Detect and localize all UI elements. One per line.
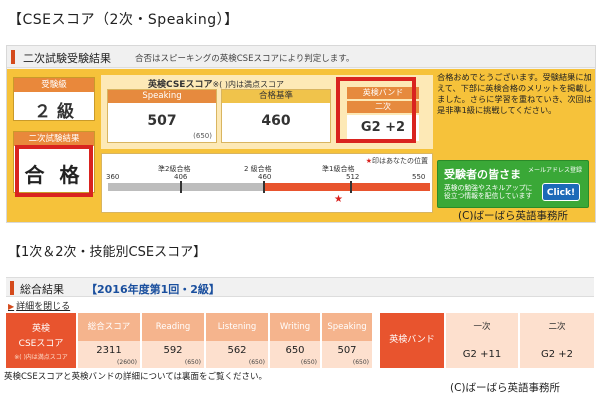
pass-value: 460 (261, 113, 291, 129)
congratulations-message: 合格おめでとうございます。受験結果に加えて、下部に英検合格のメリットを掲載しまし… (437, 72, 592, 115)
scale-number: 550 (412, 173, 426, 181)
panel-header: 二次試験受験結果 合否はスピーキングの英検CSEスコアにより判定します。 (7, 46, 595, 68)
scale-track-above (264, 183, 430, 191)
pass-standard-cell: 合格基準 460 (221, 89, 331, 143)
panel-body: 受験級 ２ 級 二次試験結果 合 格 英検CSEスコア※( )内は満点スコア S… (7, 69, 595, 222)
scale-track-below (108, 183, 264, 191)
promo-description: 英検の勉強やスキルアップに役立つ情報を配信しています (444, 184, 533, 200)
position-star: ★ (334, 194, 343, 205)
band-table: 英検バンド 一次 G2 +11 二次 G2 +2 (380, 313, 594, 368)
overall-result-header: 総合結果 【2016年度第1回・2級】 (6, 277, 594, 297)
secondary-exam-result-panel: 二次試験受験結果 合否はスピーキングの英検CSEスコアにより判定します。 受験級… (6, 45, 596, 223)
section-heading-skills: 【1次＆2次・技能別CSEスコア】 (8, 245, 207, 260)
cse-row-header: 英検 CSEスコア ※( )内は満点スコア (6, 313, 76, 368)
scale-tick (180, 181, 182, 193)
score-cell-reading: Reading 592 (650) (142, 313, 204, 368)
score-cell-speaking: Speaking 507 (650) (322, 313, 372, 368)
copyright-2: (C)ばーばら英語事務所 (450, 382, 561, 394)
footnote: 英検CSEスコアと英検バンドの詳細については裏面をご覧ください。 (4, 372, 268, 382)
speaking-score-cell: Speaking 507 (650) (107, 89, 217, 143)
promo-mail: メールアドレス登録 (527, 167, 582, 174)
score-cell-writing: Writing 650 (650) (270, 313, 320, 368)
band-highlight (336, 77, 416, 143)
speaking-max: (650) (193, 132, 212, 140)
scale-tick (263, 181, 265, 193)
scale-number: 406 (174, 173, 188, 181)
header-accent-bar (10, 281, 14, 295)
promo-click-button[interactable]: Click! (542, 183, 580, 201)
copyright-1: (C)ばーばら英語事務所 (458, 210, 569, 222)
grade-label: 受験級 (14, 78, 94, 92)
result-value: 合 格 (24, 163, 84, 187)
grade-box: 受験級 ２ 級 (13, 77, 95, 122)
score-scale: ★印はあなたの位置 準2級合格 2 級合格 準1級合格 360 406 460 … (101, 153, 433, 213)
scale-number: 360 (106, 173, 120, 181)
panel-title: 二次試験受験結果 (23, 52, 111, 65)
promo-title: 受験者の皆さま (444, 168, 521, 181)
score-cell-total: 総合スコア 2311 (2600) (78, 313, 140, 368)
header-accent-bar (11, 50, 15, 64)
close-details-link[interactable]: ▶ 詳細を閉じる (8, 299, 70, 312)
arrow-icon: ▶ (8, 302, 15, 311)
band-cell-first: 一次 G2 +11 (446, 313, 518, 368)
scale-number: 460 (258, 173, 272, 181)
scale-tick (350, 181, 352, 193)
promo-banner[interactable]: 受験者の皆さま メールアドレス登録 英検の勉強やスキルアップに役立つ情報を配信し… (437, 160, 589, 208)
exam-year: 【2016年度第1回・2級】 (86, 283, 220, 296)
scale-note: ★印はあなたの位置 (365, 157, 428, 165)
overall-title: 総合結果 (20, 283, 64, 296)
pass-label: 合格基準 (222, 90, 330, 103)
section-heading-cse: 【CSEスコア（2次・Speaking）】 (8, 12, 239, 28)
speaking-value: 507 (147, 113, 177, 129)
result-label: 二次試験結果 (14, 132, 94, 146)
score-cell-listening: Listening 562 (650) (206, 313, 268, 368)
result-highlight: 合 格 (15, 145, 93, 197)
scale-number: 512 (346, 173, 360, 181)
band-row-header: 英検バンド (380, 313, 444, 368)
grade-value: ２ 級 (34, 102, 74, 122)
speaking-label: Speaking (108, 90, 216, 103)
panel-subtitle: 合否はスピーキングの英検CSEスコアにより判定します。 (135, 54, 355, 64)
band-cell-second: 二次 G2 +2 (520, 313, 594, 368)
